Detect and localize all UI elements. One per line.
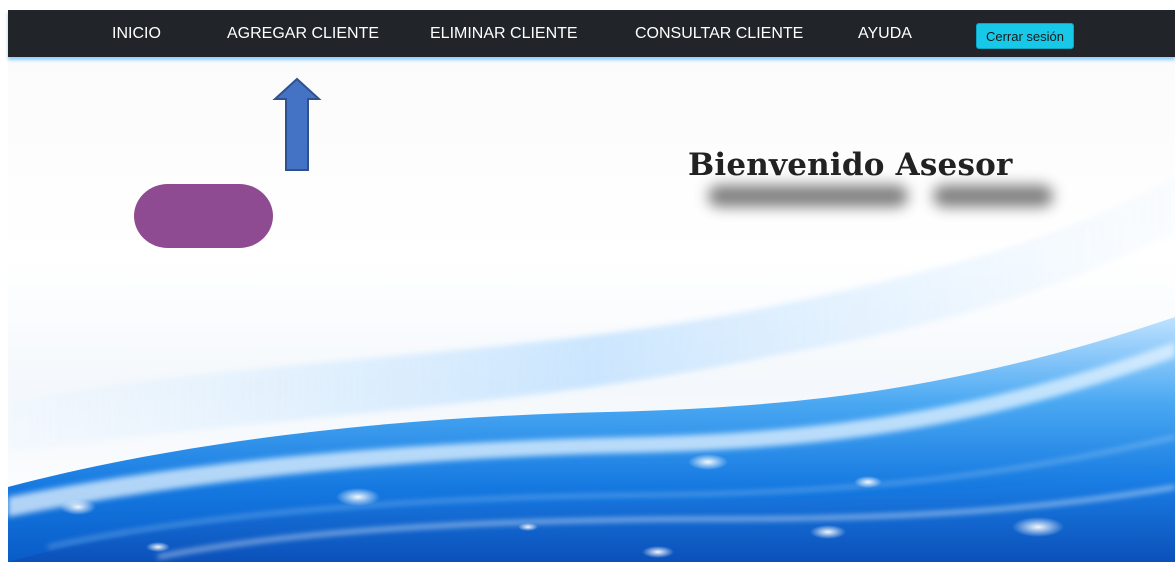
nav-item-inicio[interactable]: INICIO [112, 10, 161, 57]
welcome-text-shadow [708, 185, 1053, 207]
nav-item-consultar-cliente[interactable]: CONSULTAR CLIENTE [635, 10, 803, 57]
water-wave-background [8, 177, 1175, 562]
hero-background: Bienvenido Asesor [8, 57, 1175, 562]
top-navbar: INICIO AGREGAR CLIENTE ELIMINAR CLIENTE … [8, 10, 1175, 57]
nav-item-agregar-cliente[interactable]: AGREGAR CLIENTE [227, 10, 379, 57]
up-arrow-icon [272, 77, 322, 171]
logout-button[interactable]: Cerrar sesión [976, 23, 1074, 49]
welcome-heading: Bienvenido Asesor [688, 147, 1013, 183]
purple-annotation-shape [134, 184, 273, 248]
nav-item-eliminar-cliente[interactable]: ELIMINAR CLIENTE [430, 10, 578, 57]
page: INICIO AGREGAR CLIENTE ELIMINAR CLIENTE … [0, 0, 1175, 562]
nav-item-ayuda[interactable]: AYUDA [858, 10, 912, 57]
